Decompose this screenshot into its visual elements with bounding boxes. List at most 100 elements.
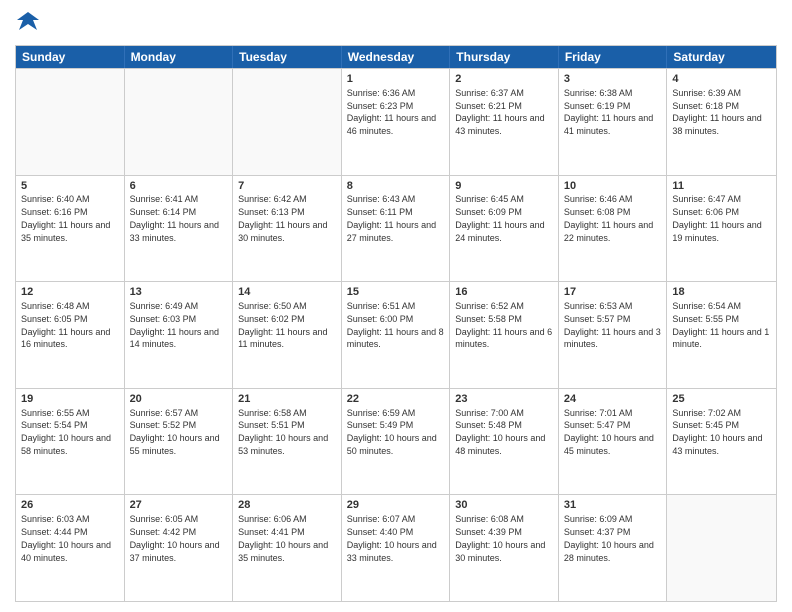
day-cell-6: 6Sunrise: 6:41 AM Sunset: 6:14 PM Daylig…	[125, 176, 234, 282]
cell-info: Sunrise: 7:02 AM Sunset: 5:45 PM Dayligh…	[672, 408, 762, 456]
day-number: 3	[564, 72, 662, 87]
day-number: 11	[672, 179, 771, 194]
day-cell-22: 22Sunrise: 6:59 AM Sunset: 5:49 PM Dayli…	[342, 389, 451, 495]
day-header-friday: Friday	[559, 46, 668, 68]
cell-info: Sunrise: 6:09 AM Sunset: 4:37 PM Dayligh…	[564, 514, 654, 562]
day-cell-14: 14Sunrise: 6:50 AM Sunset: 6:02 PM Dayli…	[233, 282, 342, 388]
day-cell-13: 13Sunrise: 6:49 AM Sunset: 6:03 PM Dayli…	[125, 282, 234, 388]
cell-info: Sunrise: 6:07 AM Sunset: 4:40 PM Dayligh…	[347, 514, 437, 562]
day-cell-19: 19Sunrise: 6:55 AM Sunset: 5:54 PM Dayli…	[16, 389, 125, 495]
day-number: 5	[21, 179, 119, 194]
day-cell-26: 26Sunrise: 6:03 AM Sunset: 4:44 PM Dayli…	[16, 495, 125, 601]
day-cell-9: 9Sunrise: 6:45 AM Sunset: 6:09 PM Daylig…	[450, 176, 559, 282]
day-number: 24	[564, 392, 662, 407]
day-cell-11: 11Sunrise: 6:47 AM Sunset: 6:06 PM Dayli…	[667, 176, 776, 282]
calendar: SundayMondayTuesdayWednesdayThursdayFrid…	[15, 45, 777, 602]
day-number: 1	[347, 72, 445, 87]
day-header-tuesday: Tuesday	[233, 46, 342, 68]
day-number: 29	[347, 498, 445, 513]
day-cell-27: 27Sunrise: 6:05 AM Sunset: 4:42 PM Dayli…	[125, 495, 234, 601]
logo	[15, 10, 39, 37]
page: SundayMondayTuesdayWednesdayThursdayFrid…	[0, 0, 792, 612]
day-number: 22	[347, 392, 445, 407]
cell-info: Sunrise: 6:41 AM Sunset: 6:14 PM Dayligh…	[130, 194, 219, 242]
cell-info: Sunrise: 6:38 AM Sunset: 6:19 PM Dayligh…	[564, 88, 653, 136]
cell-info: Sunrise: 6:48 AM Sunset: 6:05 PM Dayligh…	[21, 301, 110, 349]
cell-info: Sunrise: 6:49 AM Sunset: 6:03 PM Dayligh…	[130, 301, 219, 349]
calendar-week-4: 19Sunrise: 6:55 AM Sunset: 5:54 PM Dayli…	[16, 388, 776, 495]
day-cell-29: 29Sunrise: 6:07 AM Sunset: 4:40 PM Dayli…	[342, 495, 451, 601]
day-number: 4	[672, 72, 771, 87]
day-number: 15	[347, 285, 445, 300]
cell-info: Sunrise: 6:47 AM Sunset: 6:06 PM Dayligh…	[672, 194, 761, 242]
day-number: 18	[672, 285, 771, 300]
cell-info: Sunrise: 6:39 AM Sunset: 6:18 PM Dayligh…	[672, 88, 761, 136]
cell-info: Sunrise: 6:36 AM Sunset: 6:23 PM Dayligh…	[347, 88, 436, 136]
day-cell-3: 3Sunrise: 6:38 AM Sunset: 6:19 PM Daylig…	[559, 69, 668, 175]
empty-cell	[233, 69, 342, 175]
day-header-sunday: Sunday	[16, 46, 125, 68]
cell-info: Sunrise: 6:55 AM Sunset: 5:54 PM Dayligh…	[21, 408, 111, 456]
cell-info: Sunrise: 6:08 AM Sunset: 4:39 PM Dayligh…	[455, 514, 545, 562]
cell-info: Sunrise: 6:42 AM Sunset: 6:13 PM Dayligh…	[238, 194, 327, 242]
day-cell-10: 10Sunrise: 6:46 AM Sunset: 6:08 PM Dayli…	[559, 176, 668, 282]
cell-info: Sunrise: 7:00 AM Sunset: 5:48 PM Dayligh…	[455, 408, 545, 456]
day-cell-20: 20Sunrise: 6:57 AM Sunset: 5:52 PM Dayli…	[125, 389, 234, 495]
day-number: 16	[455, 285, 553, 300]
day-number: 19	[21, 392, 119, 407]
day-number: 21	[238, 392, 336, 407]
cell-info: Sunrise: 6:50 AM Sunset: 6:02 PM Dayligh…	[238, 301, 327, 349]
day-cell-15: 15Sunrise: 6:51 AM Sunset: 6:00 PM Dayli…	[342, 282, 451, 388]
day-number: 10	[564, 179, 662, 194]
day-number: 8	[347, 179, 445, 194]
day-number: 25	[672, 392, 771, 407]
calendar-header-row: SundayMondayTuesdayWednesdayThursdayFrid…	[16, 46, 776, 68]
day-number: 28	[238, 498, 336, 513]
cell-info: Sunrise: 6:54 AM Sunset: 5:55 PM Dayligh…	[672, 301, 769, 349]
cell-info: Sunrise: 6:06 AM Sunset: 4:41 PM Dayligh…	[238, 514, 328, 562]
logo-bird-icon	[17, 10, 39, 32]
day-header-wednesday: Wednesday	[342, 46, 451, 68]
cell-info: Sunrise: 6:37 AM Sunset: 6:21 PM Dayligh…	[455, 88, 544, 136]
day-cell-7: 7Sunrise: 6:42 AM Sunset: 6:13 PM Daylig…	[233, 176, 342, 282]
cell-info: Sunrise: 6:58 AM Sunset: 5:51 PM Dayligh…	[238, 408, 328, 456]
calendar-week-3: 12Sunrise: 6:48 AM Sunset: 6:05 PM Dayli…	[16, 281, 776, 388]
day-number: 14	[238, 285, 336, 300]
day-header-saturday: Saturday	[667, 46, 776, 68]
day-cell-2: 2Sunrise: 6:37 AM Sunset: 6:21 PM Daylig…	[450, 69, 559, 175]
day-number: 13	[130, 285, 228, 300]
day-cell-21: 21Sunrise: 6:58 AM Sunset: 5:51 PM Dayli…	[233, 389, 342, 495]
day-number: 17	[564, 285, 662, 300]
header	[15, 10, 777, 37]
day-number: 7	[238, 179, 336, 194]
cell-info: Sunrise: 6:59 AM Sunset: 5:49 PM Dayligh…	[347, 408, 437, 456]
day-cell-31: 31Sunrise: 6:09 AM Sunset: 4:37 PM Dayli…	[559, 495, 668, 601]
logo-text	[15, 10, 39, 37]
day-cell-17: 17Sunrise: 6:53 AM Sunset: 5:57 PM Dayli…	[559, 282, 668, 388]
calendar-week-1: 1Sunrise: 6:36 AM Sunset: 6:23 PM Daylig…	[16, 68, 776, 175]
day-number: 27	[130, 498, 228, 513]
day-number: 9	[455, 179, 553, 194]
day-number: 23	[455, 392, 553, 407]
day-cell-24: 24Sunrise: 7:01 AM Sunset: 5:47 PM Dayli…	[559, 389, 668, 495]
cell-info: Sunrise: 6:43 AM Sunset: 6:11 PM Dayligh…	[347, 194, 436, 242]
day-cell-30: 30Sunrise: 6:08 AM Sunset: 4:39 PM Dayli…	[450, 495, 559, 601]
cell-info: Sunrise: 6:52 AM Sunset: 5:58 PM Dayligh…	[455, 301, 552, 349]
cell-info: Sunrise: 6:53 AM Sunset: 5:57 PM Dayligh…	[564, 301, 661, 349]
day-cell-1: 1Sunrise: 6:36 AM Sunset: 6:23 PM Daylig…	[342, 69, 451, 175]
cell-info: Sunrise: 6:51 AM Sunset: 6:00 PM Dayligh…	[347, 301, 444, 349]
empty-cell	[125, 69, 234, 175]
cell-info: Sunrise: 6:40 AM Sunset: 6:16 PM Dayligh…	[21, 194, 110, 242]
day-cell-8: 8Sunrise: 6:43 AM Sunset: 6:11 PM Daylig…	[342, 176, 451, 282]
day-cell-18: 18Sunrise: 6:54 AM Sunset: 5:55 PM Dayli…	[667, 282, 776, 388]
cell-info: Sunrise: 6:05 AM Sunset: 4:42 PM Dayligh…	[130, 514, 220, 562]
day-number: 6	[130, 179, 228, 194]
day-cell-12: 12Sunrise: 6:48 AM Sunset: 6:05 PM Dayli…	[16, 282, 125, 388]
cell-info: Sunrise: 6:45 AM Sunset: 6:09 PM Dayligh…	[455, 194, 544, 242]
day-number: 12	[21, 285, 119, 300]
day-cell-5: 5Sunrise: 6:40 AM Sunset: 6:16 PM Daylig…	[16, 176, 125, 282]
day-number: 20	[130, 392, 228, 407]
day-number: 26	[21, 498, 119, 513]
day-cell-16: 16Sunrise: 6:52 AM Sunset: 5:58 PM Dayli…	[450, 282, 559, 388]
day-header-thursday: Thursday	[450, 46, 559, 68]
